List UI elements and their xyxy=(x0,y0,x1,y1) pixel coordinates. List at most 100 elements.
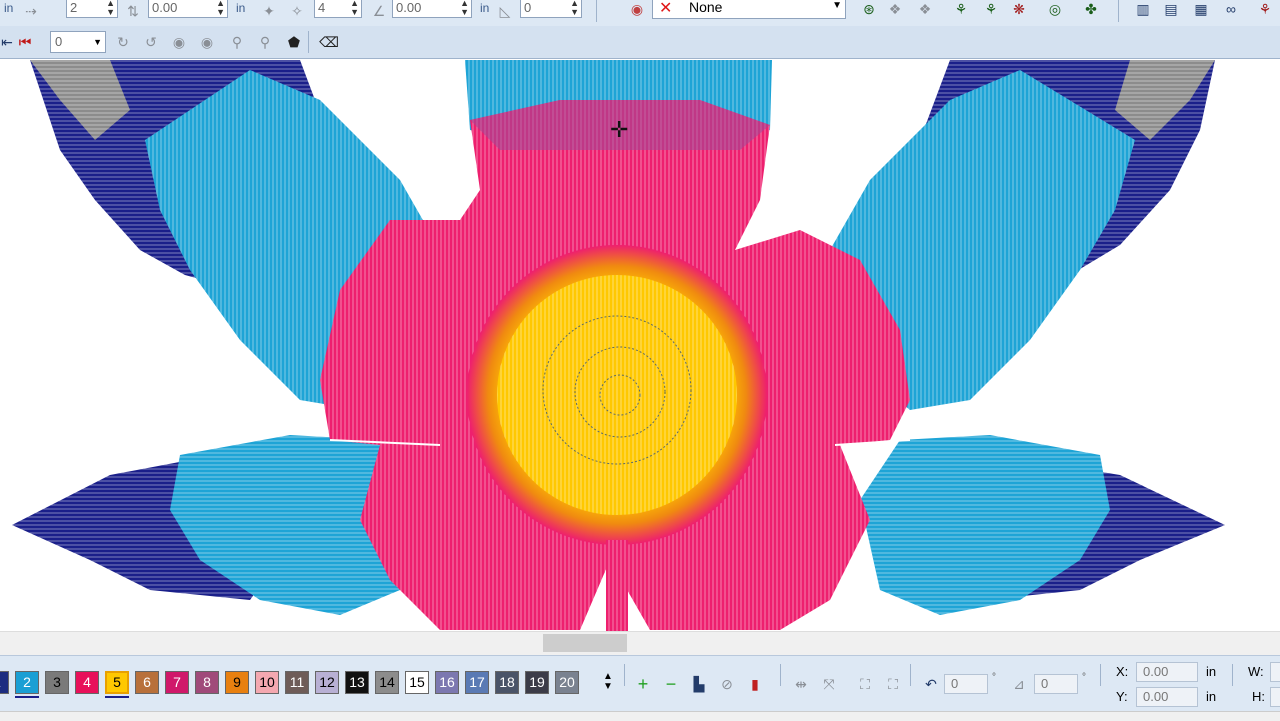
rotate-field[interactable]: 0 xyxy=(944,674,988,694)
unit-label: in xyxy=(4,1,14,15)
unit-label-3: in xyxy=(480,1,490,15)
gap-field[interactable]: 0 ▲ ▼ xyxy=(520,0,582,18)
color-swatch-19[interactable]: 19 xyxy=(525,671,549,694)
w-field[interactable] xyxy=(1270,662,1280,682)
y-label: Y: xyxy=(1116,689,1128,704)
color-swatch-20[interactable]: 20 xyxy=(555,671,579,694)
undo-icon[interactable]: ↶ xyxy=(920,673,942,695)
trim-dropdown-value: None xyxy=(689,0,723,15)
eraser-icon[interactable]: ⌫ xyxy=(318,31,340,53)
degree-label: ° xyxy=(992,672,996,683)
reshape-icon-1[interactable]: ↻ xyxy=(112,31,134,53)
toolbar-top: in ⇢ 2 ▲ ▼ ⇅ 0.00 ▲ ▼ in ✦ ✧ 4 ▲ ▼ ∠ 0.00 ▲ ▼ in… xyxy=(0,0,1280,27)
color-swatch-12[interactable]: 12 xyxy=(315,671,339,694)
circle-target-icon[interactable]: ◎ xyxy=(1044,0,1066,20)
color-swatch-10[interactable]: 10 xyxy=(255,671,279,694)
spacing-field[interactable]: 0.00 ▲ ▼ xyxy=(148,0,228,18)
y-field[interactable]: 0.00 xyxy=(1136,687,1198,707)
stitch-icon-8[interactable]: ⚘ xyxy=(1254,0,1276,20)
color-bars-icon[interactable]: ▮ xyxy=(744,673,766,695)
grid-icon[interactable]: ▦ xyxy=(1190,0,1212,20)
pin-icon-1[interactable]: ⚲ xyxy=(226,31,248,53)
h-label: H: xyxy=(1252,689,1265,704)
remove-color-icon[interactable]: − xyxy=(660,673,682,695)
palette-scroll-icon[interactable]: ▲ ▼ xyxy=(603,672,613,692)
color-swatch-3[interactable]: 3 xyxy=(45,671,69,694)
color-swatch-7[interactable]: 7 xyxy=(165,671,189,694)
add-color-icon[interactable]: + xyxy=(632,673,654,695)
second-field[interactable]: 0 ▼ xyxy=(50,31,106,53)
stem xyxy=(606,540,628,631)
color-swatch-15[interactable]: 15 xyxy=(405,671,429,694)
column-icon-2[interactable]: ▤ xyxy=(1160,0,1182,20)
pin-icon-2[interactable]: ⚲ xyxy=(254,31,276,53)
color-swatch-13[interactable]: 13 xyxy=(345,671,369,694)
circle-icon-2[interactable]: ◉ xyxy=(196,31,218,53)
stitch-icon-2[interactable]: ❖ xyxy=(884,0,906,20)
degree-label-2: ° xyxy=(1082,672,1086,683)
copies-star-icon[interactable]: ✧ xyxy=(286,0,308,22)
design-canvas[interactable]: ✛ xyxy=(0,59,1280,631)
scrollbar-thumb[interactable] xyxy=(543,634,627,652)
gap-icon[interactable]: ◺ xyxy=(494,0,516,22)
stitch-icon-6[interactable]: ❋ xyxy=(1008,0,1030,20)
count-field[interactable]: 2 ▲ ▼ xyxy=(66,0,118,18)
x-label: X: xyxy=(1116,664,1129,679)
stitch-icon-1[interactable]: ⊛ xyxy=(858,0,880,20)
chevron-down-icon: ▼ xyxy=(832,0,842,11)
unit-label-2: in xyxy=(236,1,246,15)
color-swatch-1[interactable]: 1 xyxy=(0,671,9,694)
reshape-icon-2[interactable]: ↺ xyxy=(140,31,162,53)
spacing-style-icon[interactable]: ⇅ xyxy=(122,0,144,22)
mirror-horizontal-icon[interactable]: ⇹ xyxy=(790,673,812,695)
slant-icon[interactable]: ⊿ xyxy=(1008,673,1030,695)
copies-icon[interactable]: ✦ xyxy=(258,0,280,22)
mirror-vertical-icon[interactable]: ⤧ xyxy=(818,673,840,695)
fill-icon-1[interactable]: ⛶ xyxy=(854,673,876,695)
crosshair-cursor-icon: ✛ xyxy=(610,117,629,142)
circle-icon-1[interactable]: ◉ xyxy=(168,31,190,53)
y-unit: in xyxy=(1206,689,1217,704)
column-icon-1[interactable]: ▥ xyxy=(1132,0,1154,20)
w-label: W: xyxy=(1248,664,1264,679)
copies-field[interactable]: 4 ▲ ▼ xyxy=(314,0,362,18)
color-swatch-16[interactable]: 16 xyxy=(435,671,459,694)
stitch-icon-3[interactable]: ❖ xyxy=(914,0,936,20)
swatch-underline xyxy=(105,696,129,698)
angle-icon[interactable]: ∠ xyxy=(368,0,390,22)
color-swatch-14[interactable]: 14 xyxy=(375,671,399,694)
x-unit: in xyxy=(1206,664,1217,679)
first-stitch-icon[interactable]: ⏮ xyxy=(14,31,36,53)
color-swatch-8[interactable]: 8 xyxy=(195,671,219,694)
toolbar-second: ⇤ ⏮ 0 ▼ ↻ ↺ ◉ ◉ ⚲ ⚲ ⬟ ⌫ xyxy=(0,26,1280,59)
second-field-value: 0 xyxy=(55,34,63,49)
shape-icon[interactable]: ⬟ xyxy=(283,31,305,53)
bar-chart-icon[interactable]: ▙ xyxy=(688,673,710,695)
swatch-underline xyxy=(15,696,39,698)
bottom-toolbar: 1234567891011121314151617181920 ▲▼ + − ▙… xyxy=(0,655,1280,712)
color-swatch-11[interactable]: 11 xyxy=(285,671,309,694)
color-swatch-6[interactable]: 6 xyxy=(135,671,159,694)
color-swatch-18[interactable]: 18 xyxy=(495,671,519,694)
color-swatch-9[interactable]: 9 xyxy=(225,671,249,694)
trim-dropdown[interactable]: ✕ None ▼ xyxy=(652,0,846,19)
embroidery-design xyxy=(12,60,1225,631)
color-swatch-5[interactable]: 5 xyxy=(105,671,129,694)
color-swatch-2[interactable]: 2 xyxy=(15,671,39,694)
slant-field[interactable]: 0 xyxy=(1034,674,1078,694)
spacing-icon[interactable]: ⇢ xyxy=(20,0,42,22)
stitch-icon-5[interactable]: ⚘ xyxy=(980,0,1002,20)
no-color-icon[interactable]: ⊘ xyxy=(716,673,738,695)
chevron-down-icon-2: ▼ xyxy=(93,37,102,47)
h-field[interactable] xyxy=(1270,687,1280,707)
fill-icon-2[interactable]: ⛶ xyxy=(882,673,904,695)
link-icon[interactable]: ∞ xyxy=(1220,0,1242,20)
horizontal-scrollbar[interactable] xyxy=(0,631,1280,656)
palette-icon[interactable]: ◉ xyxy=(626,0,648,20)
color-swatch-17[interactable]: 17 xyxy=(465,671,489,694)
color-swatch-4[interactable]: 4 xyxy=(75,671,99,694)
angle-field[interactable]: 0.00 ▲ ▼ xyxy=(392,0,472,18)
x-field[interactable]: 0.00 xyxy=(1136,662,1198,682)
stitch-icon-4[interactable]: ⚘ xyxy=(950,0,972,20)
stitch-icon-7[interactable]: ✤ xyxy=(1080,0,1102,20)
